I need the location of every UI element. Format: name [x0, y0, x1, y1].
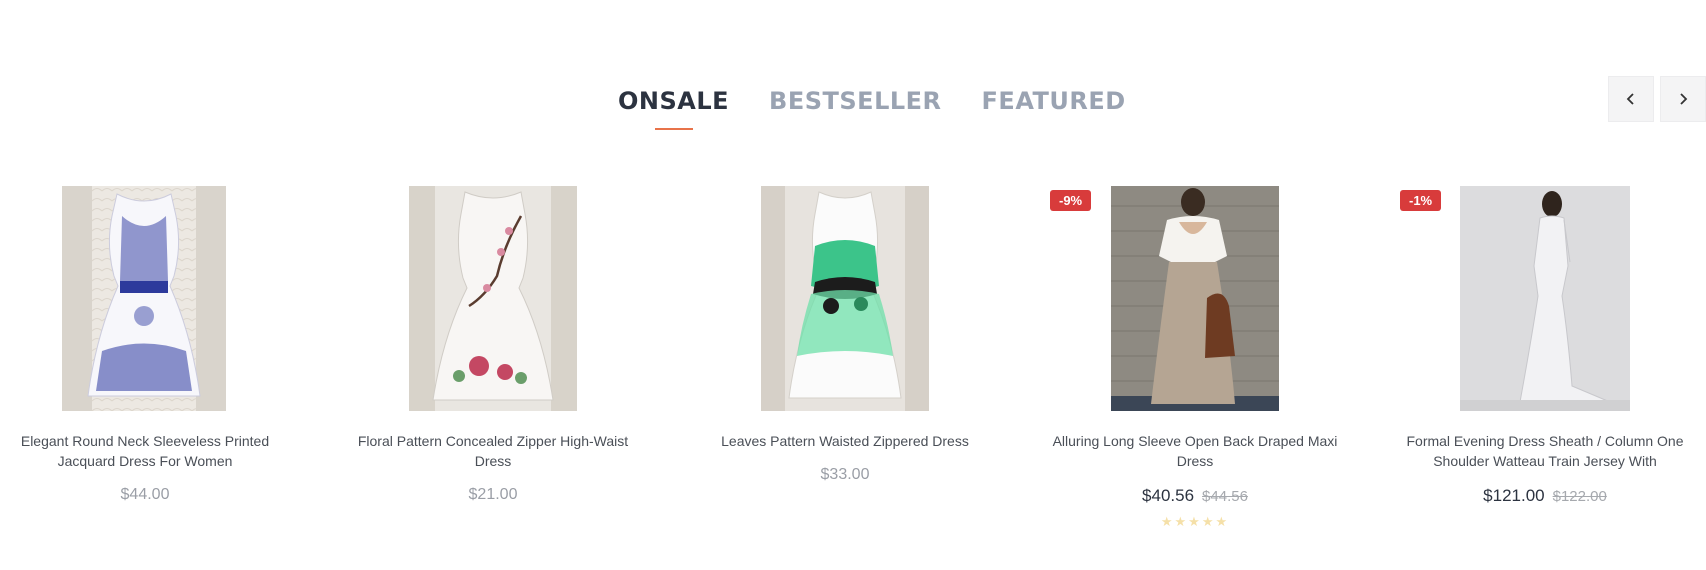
product-name-line: Elegant Round Neck Sleeveless Printed [20, 433, 270, 449]
product-image-wrap[interactable] [690, 186, 1000, 411]
discount-badge: -1% [1400, 190, 1442, 211]
product-price: $44.00 [120, 486, 170, 503]
chevron-left-icon [1626, 93, 1634, 105]
product-image-wrap[interactable]: -9% [1040, 186, 1350, 411]
product-card[interactable]: Leaves Pattern Waisted Zippered Dress $3… [690, 186, 1000, 484]
product-card[interactable]: Elegant Round Neck Sleeveless Printed Ja… [0, 186, 300, 504]
product-image[interactable] [62, 186, 226, 411]
tab-bestseller[interactable]: BESTSELLER [769, 86, 941, 130]
product-image[interactable] [1111, 186, 1279, 411]
tab-featured-label: FEATURED [981, 87, 1126, 115]
product-tabs: ONSALE BESTSELLER FEATURED [618, 86, 1126, 130]
tab-onsale[interactable]: ONSALE [618, 86, 729, 130]
product-card[interactable]: -9% Alluring Long Sleeve Open Back Drape… [1040, 186, 1350, 530]
tab-onsale-label: ONSALE [618, 87, 730, 115]
next-button[interactable] [1660, 76, 1706, 122]
discount-badge: -9% [1050, 190, 1092, 211]
tab-featured[interactable]: FEATURED [982, 86, 1126, 130]
product-name-line: Dress [474, 453, 512, 469]
active-tab-underline [654, 128, 693, 130]
chevron-right-icon [1680, 93, 1688, 105]
product-name-line: Floral Pattern Concealed Zipper High-Wai… [357, 433, 629, 449]
product-name[interactable]: Floral Pattern Concealed Zipper High-Wai… [338, 431, 648, 471]
product-image[interactable] [1460, 186, 1630, 411]
product-price-row: $44.00 [0, 486, 300, 504]
prev-button[interactable] [1608, 76, 1654, 122]
product-image[interactable] [761, 186, 929, 411]
product-name[interactable]: Alluring Long Sleeve Open Back Draped Ma… [1040, 431, 1350, 471]
product-card[interactable]: -1% Formal Evening Dress Sheath / Column… [1390, 186, 1700, 506]
product-price: $40.56 [1142, 486, 1195, 505]
product-name-line: Leaves Pattern Waisted Zippered Dress [721, 433, 969, 449]
product-name-line: Shoulder Watteau Train Jersey With [1433, 453, 1657, 469]
tab-bestseller-label: BESTSELLER [769, 87, 942, 115]
product-price: $21.00 [468, 486, 518, 503]
product-card[interactable]: Floral Pattern Concealed Zipper High-Wai… [338, 186, 648, 504]
product-name-line: Alluring Long Sleeve Open Back Draped Ma… [1052, 433, 1338, 449]
product-price: $33.00 [820, 466, 870, 483]
product-price-row: $21.00 [338, 486, 648, 504]
product-image-wrap[interactable] [0, 186, 300, 411]
product-name[interactable]: Elegant Round Neck Sleeveless Printed Ja… [0, 431, 300, 471]
product-name-line: Dress [1176, 453, 1214, 469]
product-price-row: $40.56 $44.56 [1040, 486, 1350, 506]
product-old-price: $44.56 [1202, 488, 1248, 505]
rating-stars: ★★★★★ [1160, 514, 1230, 529]
product-image-wrap[interactable] [338, 186, 648, 411]
product-name-line: Formal Evening Dress Sheath / Column One [1406, 433, 1684, 449]
product-price-row: $33.00 [690, 466, 1000, 484]
product-price-row: $121.00 $122.00 [1390, 486, 1700, 506]
product-name[interactable]: Formal Evening Dress Sheath / Column One… [1390, 431, 1700, 471]
product-name-line: Jacquard Dress For Women [57, 453, 233, 469]
carousel-nav [1608, 76, 1706, 122]
product-name[interactable]: Leaves Pattern Waisted Zippered Dress [690, 431, 1000, 451]
product-image[interactable] [409, 186, 577, 411]
product-carousel: Elegant Round Neck Sleeveless Printed Ja… [0, 186, 1706, 546]
product-price: $121.00 [1483, 486, 1545, 505]
product-image-wrap[interactable]: -1% [1390, 186, 1700, 411]
product-old-price: $122.00 [1552, 488, 1607, 505]
